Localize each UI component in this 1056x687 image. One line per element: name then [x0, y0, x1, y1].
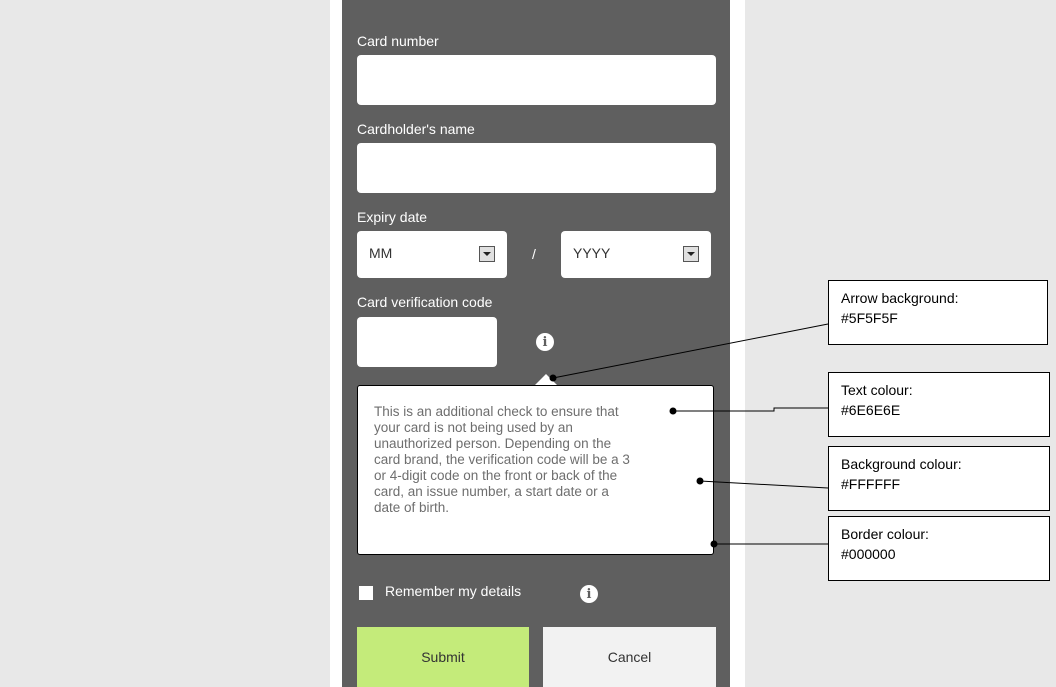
annotation-arrow-background: Arrow background: #5F5F5F	[828, 280, 1048, 345]
annotation-background-colour: Background colour: #FFFFFF	[828, 446, 1050, 511]
annotation-text-colour: Text colour: #6E6E6E	[828, 372, 1050, 437]
annotation-border-colour: Border colour: #000000	[828, 516, 1050, 581]
